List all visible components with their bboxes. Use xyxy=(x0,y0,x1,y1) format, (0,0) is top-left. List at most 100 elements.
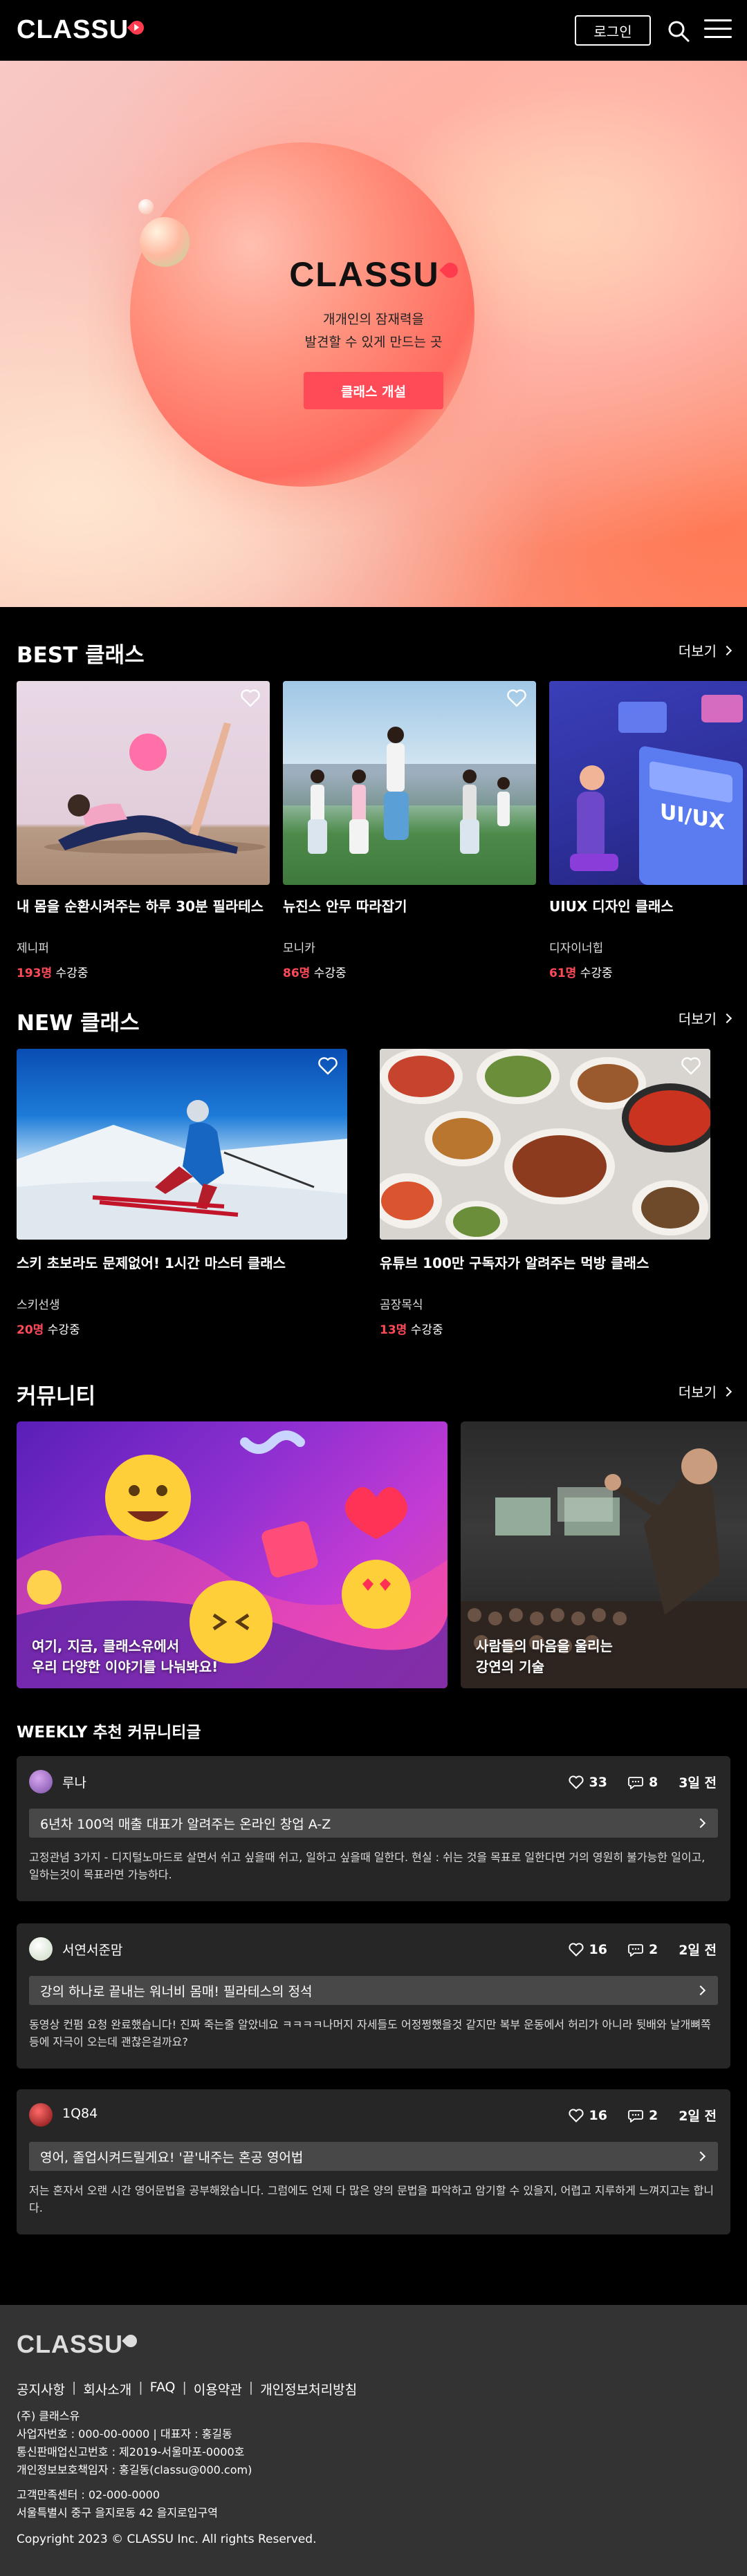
chevron-right-icon xyxy=(695,2151,706,2162)
avatar[interactable] xyxy=(29,2103,53,2127)
avatar[interactable] xyxy=(29,1937,53,1961)
footer-link-faq[interactable]: FAQ xyxy=(150,2380,176,2398)
community-banner[interactable]: 사람들의 마음을 울리는 강연의 기술 xyxy=(461,1421,747,1688)
hero-subtitle: 개개인의 잠재력을 발견할 수 있게 만드는 곳 xyxy=(304,312,443,350)
footer: CLASSU 공지사항 | 회사소개 | FAQ | 이용약관 | 개인정보처리방침 (… xyxy=(0,2305,747,2576)
class-student-count: 86명 수강중 xyxy=(283,967,347,980)
comment-icon[interactable] xyxy=(628,1943,643,1957)
hero-logo: CLASSU xyxy=(0,254,747,295)
search-icon[interactable] xyxy=(667,19,690,43)
class-author: 스키선생 xyxy=(17,1298,60,1312)
post-username[interactable]: 서연서준맘 xyxy=(62,1940,122,1959)
community-more-link[interactable]: 더보기 xyxy=(679,1381,732,1401)
footer-link-terms[interactable]: 이용약관 xyxy=(194,2380,242,2398)
like-count: 33 xyxy=(589,1774,607,1790)
open-class-button[interactable]: 클래스 개설 xyxy=(304,372,443,409)
class-thumbnail xyxy=(17,681,270,885)
class-thumbnail xyxy=(283,681,536,885)
comment-icon[interactable] xyxy=(628,2109,643,2122)
hero-tiny-sphere xyxy=(138,199,154,214)
class-student-count: 61명 수강중 xyxy=(549,967,613,980)
new-section-title: NEW 클래스 xyxy=(17,1011,140,1036)
post-stats: 16 2 2일 전 xyxy=(568,1940,717,1959)
logo-mark-icon xyxy=(127,17,147,37)
comment-count: 2 xyxy=(648,2107,658,2123)
class-author: 제니퍼 xyxy=(17,942,49,955)
post-class-title: 6년차 100억 매출 대표가 알려주는 온라인 창업 A-Z xyxy=(40,1816,331,1832)
chevron-right-icon xyxy=(721,645,732,655)
heart-icon[interactable] xyxy=(681,1057,701,1075)
post-username[interactable]: 루나 xyxy=(62,1773,86,1791)
class-author: 곰장목식 xyxy=(380,1298,423,1312)
class-student-count: 13명 수강중 xyxy=(380,1323,443,1337)
footer-link-privacy[interactable]: 개인정보처리방침 xyxy=(260,2380,357,2398)
new-more-link[interactable]: 더보기 xyxy=(679,1008,732,1028)
class-author: 모니카 xyxy=(283,942,315,955)
like-count: 16 xyxy=(589,1941,607,1957)
footer-logo[interactable]: CLASSU xyxy=(17,2330,140,2359)
class-title: 유튜브 100만 구독자가 알려주는 먹방 클래스 xyxy=(380,1255,649,1271)
logo-mark-icon xyxy=(122,2332,140,2350)
class-student-count: 193명 수강중 xyxy=(17,967,89,980)
class-card[interactable]: 내 몸을 순환시켜주는 하루 30분 필라테스 제니퍼 193명 수강중 xyxy=(17,681,270,985)
heart-icon[interactable] xyxy=(568,2108,584,2122)
class-thumbnail xyxy=(17,1049,347,1240)
comment-count: 8 xyxy=(648,1774,658,1790)
post-class-link[interactable]: 영어, 졸업시켜드릴게요! '끝'내주는 혼공 영어법 xyxy=(29,2142,718,2171)
heart-icon[interactable] xyxy=(241,689,260,707)
community-post[interactable]: 1Q84 16 2 2일 전 영어, 졸업시켜드릴게요! '끝'내주는 혼공 영… xyxy=(17,2089,730,2234)
community-post[interactable]: 루나 33 8 3일 전 6년차 100억 매출 대표가 알려주는 온라인 창업… xyxy=(17,1756,730,1901)
logo-text: CLASSU xyxy=(17,15,129,44)
class-card[interactable]: 스키 초보라도 문제없어! 1시간 마스터 클래스 스키선생 20명 수강중 xyxy=(17,1049,347,1353)
class-author: 디자이너힙 xyxy=(549,942,604,955)
post-class-link[interactable]: 6년차 100억 매출 대표가 알려주는 온라인 창업 A-Z xyxy=(29,1809,718,1838)
class-card[interactable]: 유튜브 100만 구독자가 알려주는 먹방 클래스 곰장목식 13명 수강중 xyxy=(380,1049,710,1353)
login-button[interactable]: 로그인 xyxy=(575,15,651,46)
class-title: 내 몸을 순환시켜주는 하루 30분 필라테스 xyxy=(17,898,264,915)
menu-icon[interactable] xyxy=(704,19,732,41)
class-thumbnail: UI/UX xyxy=(549,681,747,885)
footer-contact-info: 고객만족센터 : 02-000-0000 서울특별시 중구 을지로동 42 을지… xyxy=(17,2488,218,2519)
heart-icon[interactable] xyxy=(318,1057,338,1075)
heart-icon[interactable] xyxy=(568,1942,584,1957)
community-banner[interactable]: 여기, 지금, 클래스유에서 우리 다양한 이야기를 나눠봐요! xyxy=(17,1421,448,1688)
best-section-title: BEST 클래스 xyxy=(17,643,145,668)
community-post[interactable]: 서연서준맘 16 2 2일 전 강의 하나로 끝내는 워너비 몸매! 필라테스의… xyxy=(17,1923,730,2069)
class-card[interactable]: UI/UX UIUX 디자인 클래스 디자이너힙 61명 수강중 xyxy=(549,681,747,985)
post-class-link[interactable]: 강의 하나로 끝내는 워너비 몸매! 필라테스의 정석 xyxy=(29,1976,718,2005)
comment-count: 2 xyxy=(648,1941,658,1957)
post-body: 저는 혼자서 오랜 시간 영어문법을 공부해왔습니다. 그럼에도 언제 다 많은… xyxy=(29,2184,714,2214)
community-section-title: 커뮤니티 xyxy=(17,1384,96,1409)
weekly-section-title: WEEKLY 추천 커뮤니티글 xyxy=(17,1724,201,1742)
post-body: 동영상 컨펌 요청 완료했습니다! 진짜 죽는줄 알았네요 ㅋㅋㅋㅋ나머지 자세… xyxy=(29,2018,711,2048)
heart-icon[interactable] xyxy=(507,689,526,707)
like-count: 16 xyxy=(589,2107,607,2123)
post-class-title: 강의 하나로 끝내는 워너비 몸매! 필라테스의 정석 xyxy=(40,1984,313,1999)
class-title: UIUX 디자인 클래스 xyxy=(549,898,674,915)
comment-icon[interactable] xyxy=(628,1775,643,1789)
avatar[interactable] xyxy=(29,1770,53,1793)
post-stats: 16 2 2일 전 xyxy=(568,2106,717,2125)
post-time: 3일 전 xyxy=(679,1775,717,1791)
post-username[interactable]: 1Q84 xyxy=(62,2106,98,2121)
footer-links: 공지사항 | 회사소개 | FAQ | 이용약관 | 개인정보처리방침 xyxy=(17,2380,358,2398)
logo[interactable]: CLASSU xyxy=(17,15,147,45)
hero-banner: CLASSU 개개인의 잠재력을 발견할 수 있게 만드는 곳 클래스 개설 xyxy=(0,61,747,607)
logo-mark-icon xyxy=(439,259,461,281)
class-title: 스키 초보라도 문제없어! 1시간 마스터 클래스 xyxy=(17,1255,286,1271)
post-class-title: 영어, 졸업시켜드릴게요! '끝'내주는 혼공 영어법 xyxy=(40,2149,304,2165)
best-more-link[interactable]: 더보기 xyxy=(679,640,732,660)
post-time: 2일 전 xyxy=(679,2109,717,2124)
footer-link-notice[interactable]: 공지사항 xyxy=(17,2380,65,2398)
class-student-count: 20명 수강중 xyxy=(17,1323,80,1337)
chevron-right-icon xyxy=(721,1013,732,1023)
class-card[interactable]: 뉴진스 안무 따라잡기 모니카 86명 수강중 xyxy=(283,681,536,985)
footer-company-info: (주) 클래스유 사업자번호 : 000-00-0000 | 대표자 : 홍길동… xyxy=(17,2409,252,2476)
footer-link-about[interactable]: 회사소개 xyxy=(83,2380,131,2398)
chevron-right-icon xyxy=(721,1386,732,1397)
footer-copyright: Copyright 2023 © CLASSU Inc. All rights … xyxy=(17,2532,317,2546)
community-banner-text: 여기, 지금, 클래스유에서 우리 다양한 이야기를 나눠봐요! xyxy=(32,1638,219,1675)
heart-icon[interactable] xyxy=(568,1775,584,1789)
post-body: 고정관념 3가지 - 디지털노마드로 살면서 쉬고 싶을때 쉬고, 일하고 싶을… xyxy=(29,1851,706,1881)
post-time: 2일 전 xyxy=(679,1943,717,1958)
